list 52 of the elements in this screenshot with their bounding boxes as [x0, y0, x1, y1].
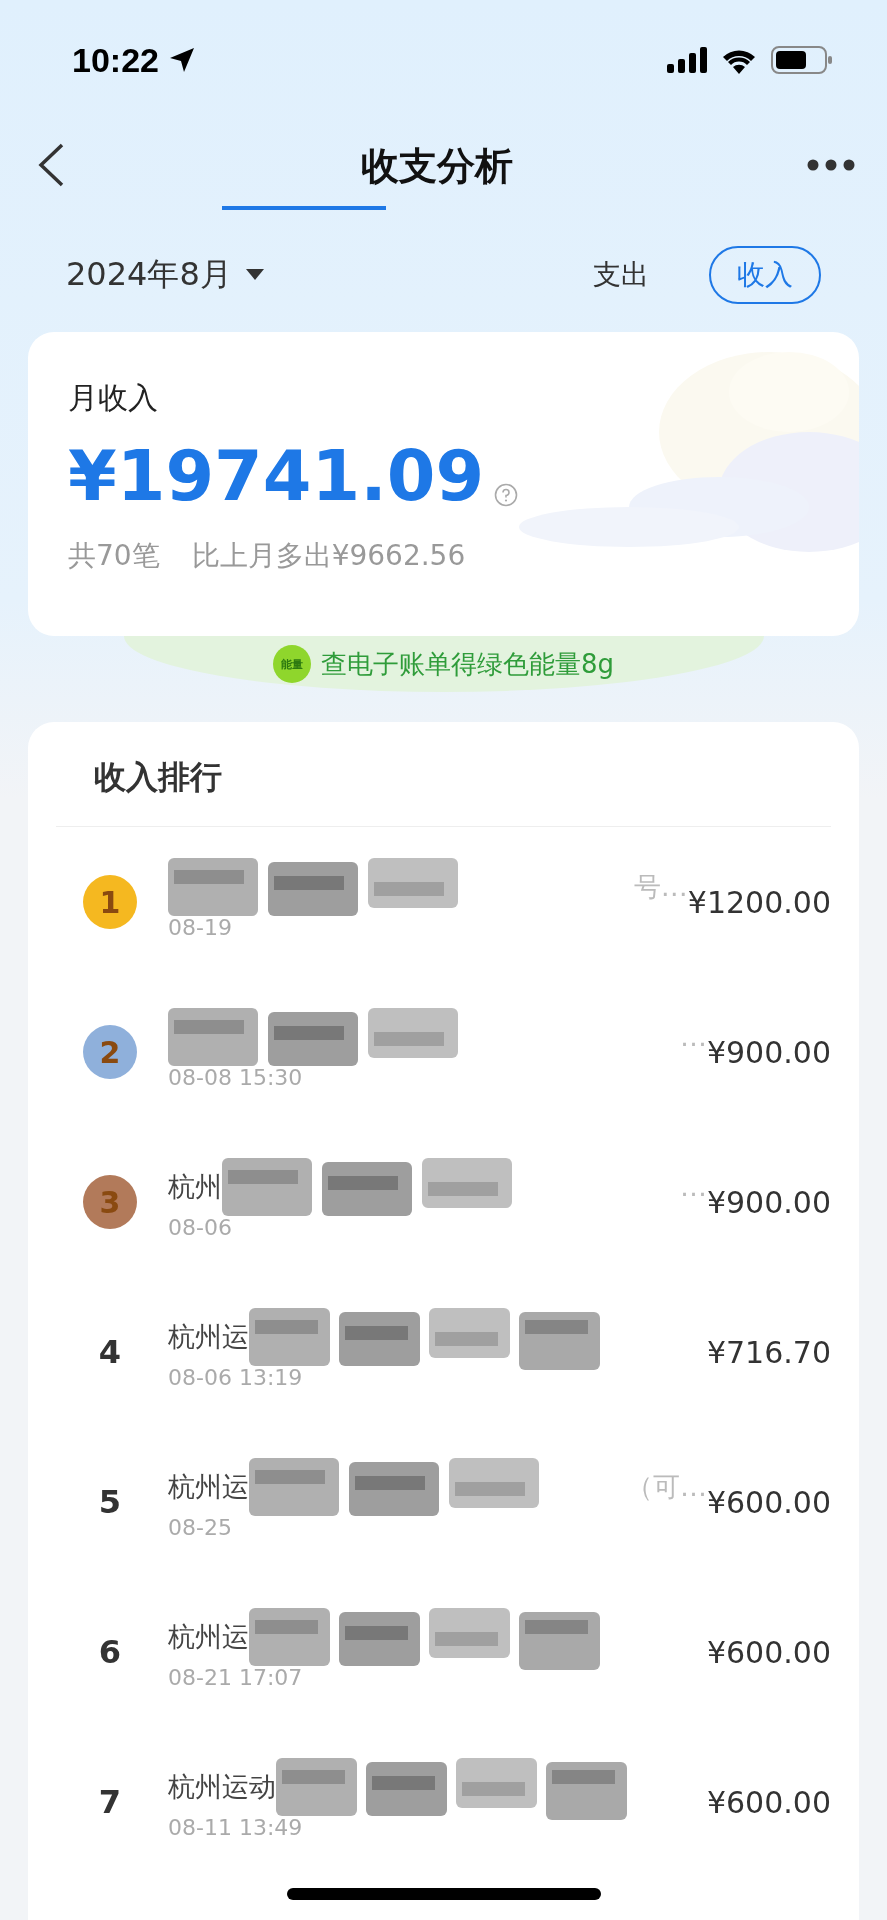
- ranking-row[interactable]: 3 杭州 … 08-06 ¥900.00: [56, 1127, 831, 1277]
- battery-icon: [771, 46, 833, 74]
- transaction-time: 08-19: [168, 914, 233, 940]
- ranking-row[interactable]: 2 … 08-08 15:30 ¥900.00: [56, 977, 831, 1127]
- income-amount: ¥716.70: [706, 1334, 831, 1370]
- rank-medal: 2: [83, 1025, 137, 1079]
- transaction-time: 08-08 15:30: [168, 1064, 304, 1090]
- rank-medal: 1: [83, 875, 137, 929]
- income-amount: ¥900.00: [706, 1184, 831, 1220]
- payer-name: 杭州运: [168, 1469, 249, 1504]
- transaction-count: 共70笔: [68, 538, 160, 574]
- income-amount: ¥600.00: [706, 1784, 831, 1820]
- payer-name: 杭州运: [168, 1319, 249, 1354]
- ranking-row[interactable]: 5 杭州运 （可… 08-25 ¥600.00: [56, 1427, 831, 1577]
- rank-number: 4: [98, 1333, 122, 1371]
- page-title: 收支分析: [360, 142, 513, 190]
- payer-name: 杭州运动: [168, 1769, 276, 1804]
- dropdown-caret-icon: [245, 269, 264, 281]
- transaction-time: 08-06: [168, 1214, 233, 1240]
- transaction-time: 08-25: [168, 1514, 233, 1540]
- income-amount: ¥600.00: [706, 1634, 831, 1670]
- payer-name-tail: …: [679, 1171, 707, 1202]
- type-tab[interactable]: 收入: [709, 246, 821, 304]
- income-label: 月收入: [68, 379, 159, 417]
- ranking-row[interactable]: 4 杭州运 08-06 13:19 ¥716.70: [56, 1277, 831, 1427]
- month-dropdown[interactable]: 2024年8月: [66, 253, 264, 297]
- transaction-time: 08-06 13:19: [168, 1364, 304, 1390]
- payer-name: 杭州运: [168, 1619, 249, 1654]
- income-amount: ¥1200.00: [687, 884, 831, 920]
- payer-name-tail: （可…: [625, 1469, 707, 1504]
- rank-number: 6: [98, 1633, 122, 1671]
- income-amount: ¥19741.09: [68, 441, 485, 511]
- section-title: 收入排行: [56, 722, 831, 827]
- transaction-time: 08-11 13:49: [168, 1814, 304, 1840]
- income-amount: ¥900.00: [706, 1034, 831, 1070]
- energy-badge-icon: 能量: [272, 645, 311, 683]
- payer-name: 杭州: [168, 1169, 222, 1204]
- rank-number: 7: [98, 1783, 122, 1821]
- signal-icon: [667, 47, 707, 73]
- ranking-row[interactable]: 7 杭州运动 08-11 13:49 ¥600.00: [56, 1727, 831, 1877]
- ranking-row[interactable]: 1 号… 08-19 ¥1200.00: [56, 827, 831, 977]
- type-tab[interactable]: 支出: [565, 246, 677, 304]
- promo-text: 查电子账单得绿色能量8g: [320, 647, 614, 681]
- transaction-time: 08-21 17:07: [168, 1664, 304, 1690]
- payer-name-tail: …: [679, 1021, 707, 1052]
- income-amount: ¥600.00: [706, 1484, 831, 1520]
- payer-name-tail: 号…: [633, 869, 688, 904]
- month-comparison: 比上月多出¥9662.56: [191, 538, 466, 574]
- rank-medal: 3: [83, 1175, 137, 1229]
- ranking-row[interactable]: 6 杭州运 08-21 17:07 ¥600.00: [56, 1577, 831, 1727]
- rank-number: 5: [98, 1483, 122, 1521]
- clock-time: 10:22: [72, 40, 159, 80]
